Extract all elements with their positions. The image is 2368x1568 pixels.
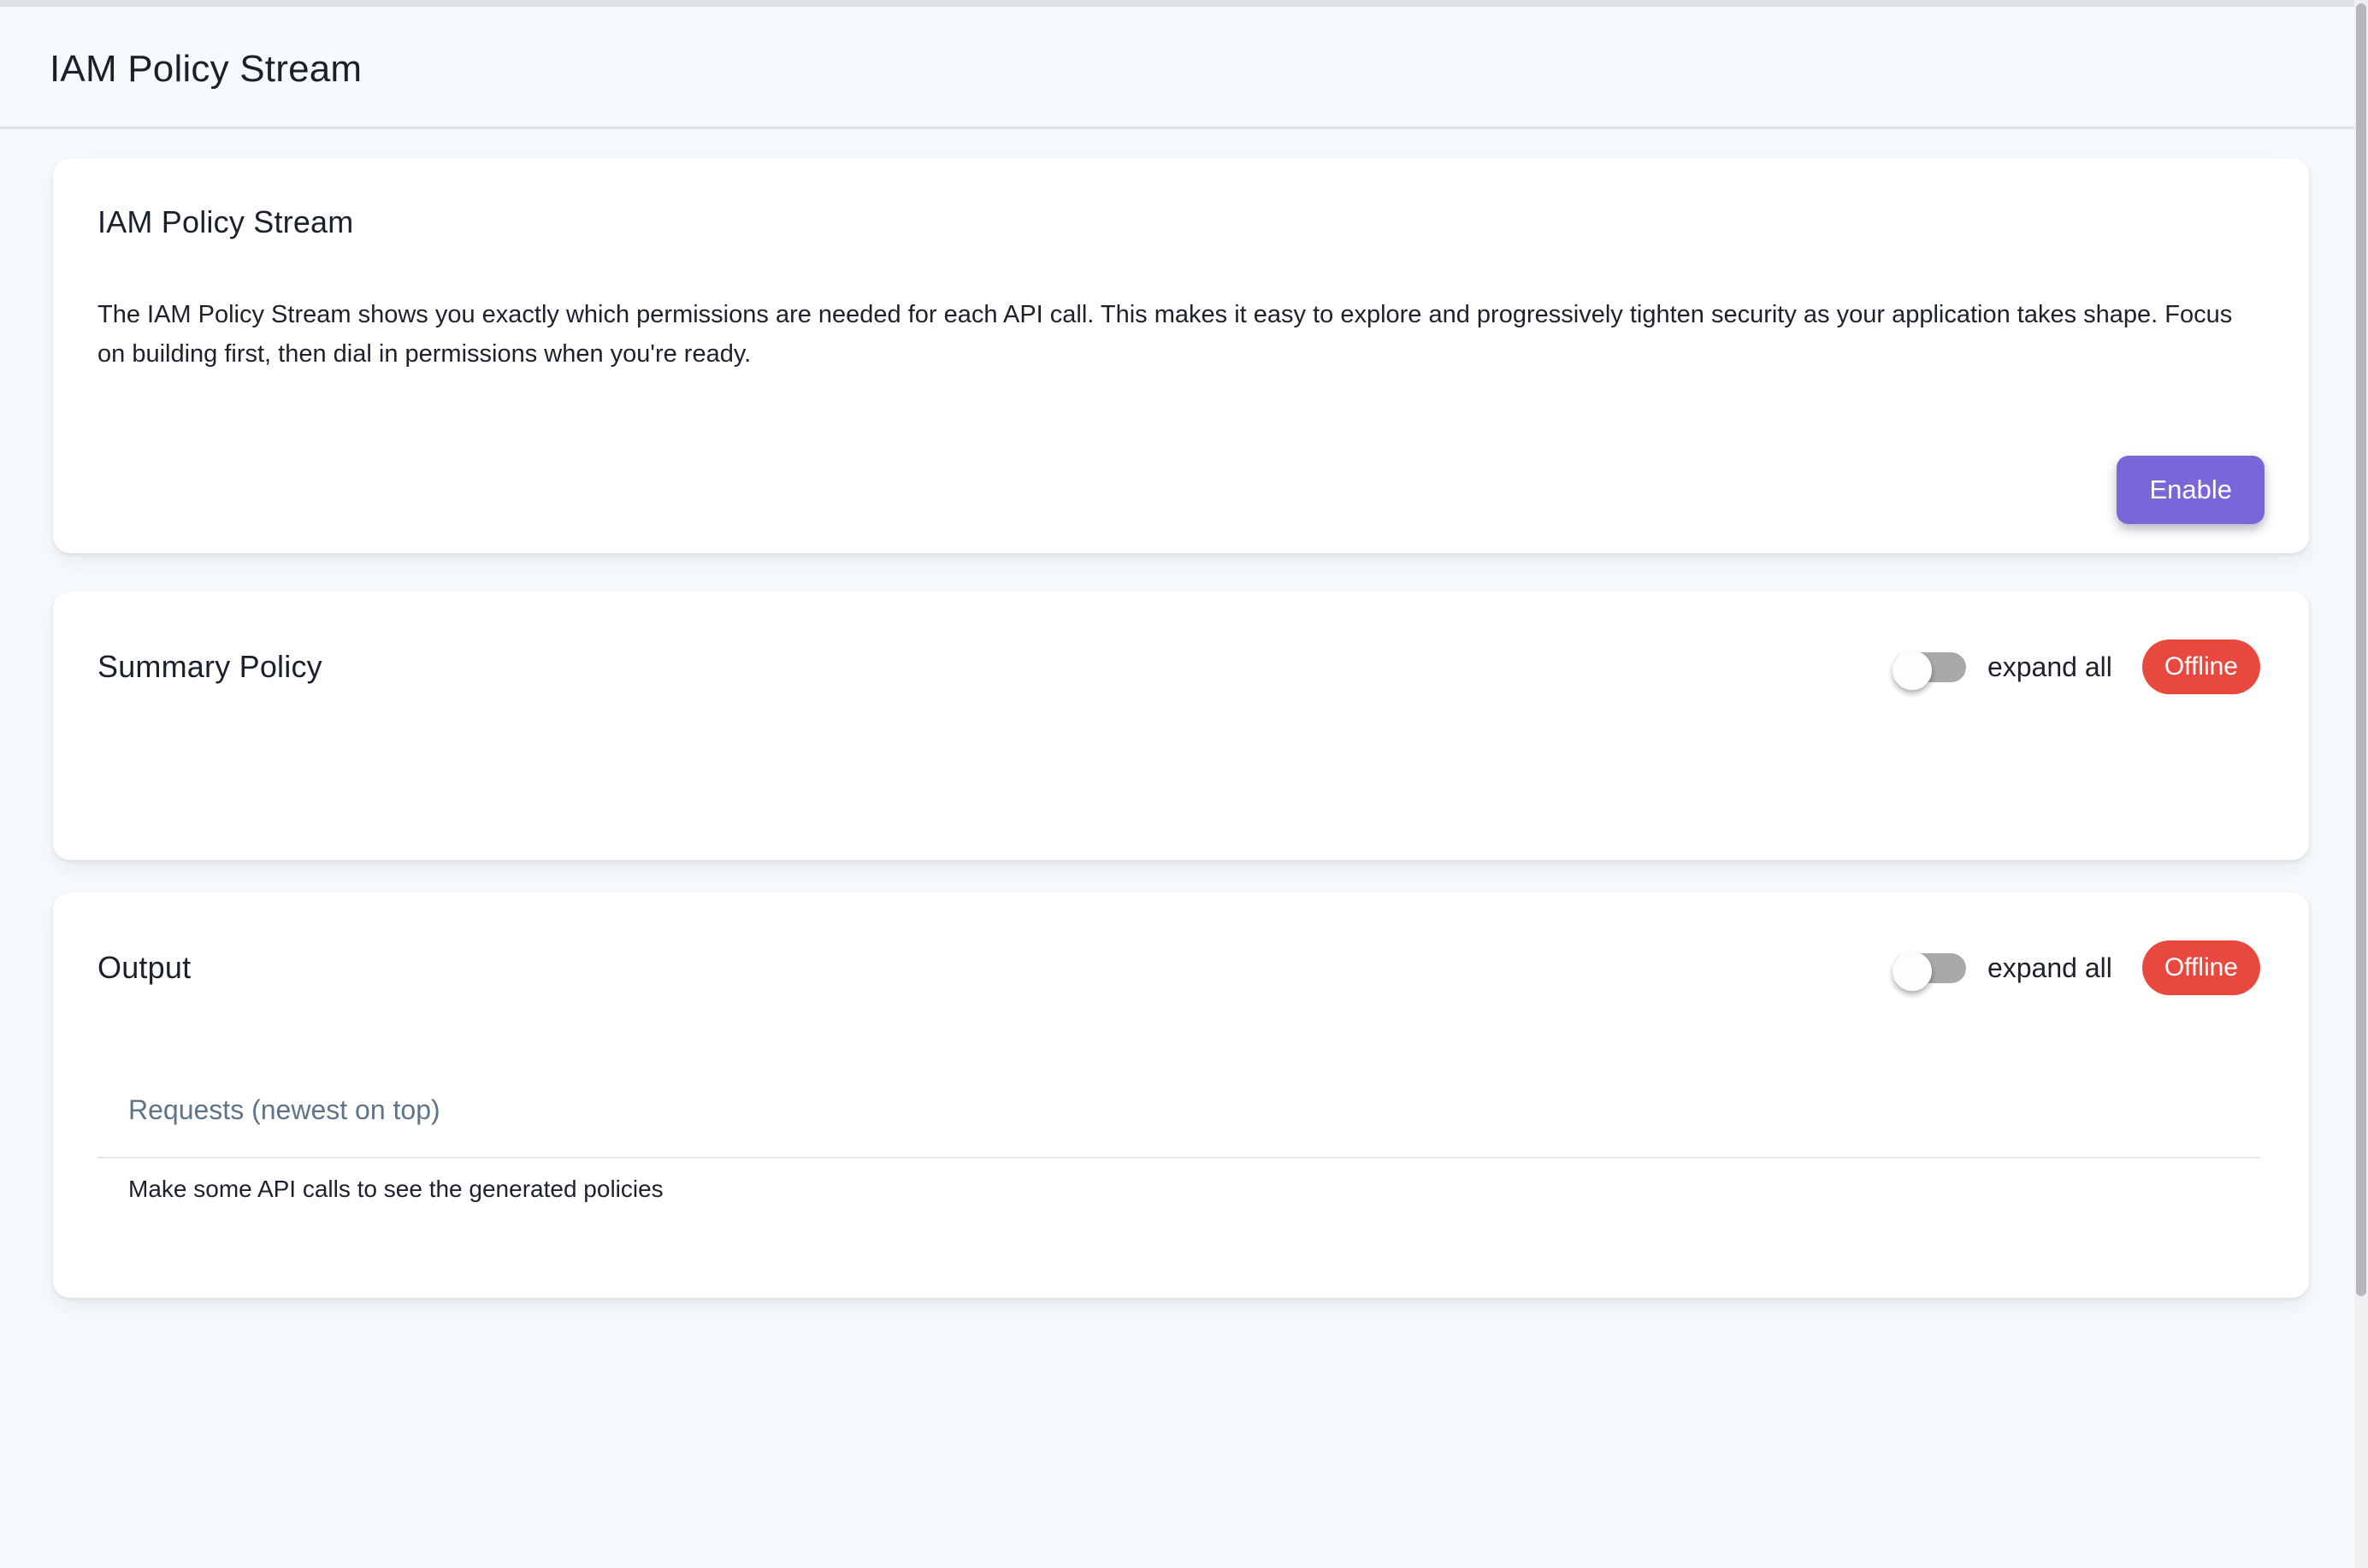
summary-expand-all-label: expand all [1987,651,2112,683]
summary-policy-controls: expand all Offline [1893,640,2260,694]
intro-card-description: The IAM Policy Stream shows you exactly … [97,295,2265,374]
vertical-scrollbar-track[interactable] [2354,0,2368,1568]
vertical-scrollbar-thumb[interactable] [2356,3,2366,1296]
intro-card-heading: IAM Policy Stream [97,201,2265,244]
output-controls: expand all Offline [1893,940,2260,995]
summary-expand-all-toggle[interactable] [1893,652,1966,682]
summary-status-badge: Offline [2142,640,2260,694]
intro-card-button-row: Enable [97,456,2265,524]
toggle-knob [1893,952,1932,991]
summary-policy-heading: Summary Policy [97,645,322,688]
output-expand-all-label: expand all [1987,952,2112,984]
requests-section: Requests (newest on top) Make some API c… [97,1091,2260,1206]
output-expand-all-toggle[interactable] [1893,953,1966,983]
output-heading: Output [97,946,191,989]
requests-divider [97,1157,2260,1158]
window-chrome-strip [0,0,2354,7]
requests-empty-message: Make some API calls to see the generated… [97,1172,2260,1206]
summary-policy-header-row: Summary Policy expand all Offline [97,640,2260,694]
summary-policy-card: Summary Policy expand all Offline [53,592,2309,860]
enable-button[interactable]: Enable [2117,456,2265,524]
intro-card: IAM Policy Stream The IAM Policy Stream … [53,158,2309,553]
app-header: IAM Policy Stream [0,7,2354,129]
output-card: Output expand all Offline Requests (newe… [53,893,2309,1298]
output-status-badge: Offline [2142,940,2260,995]
output-header-row: Output expand all Offline [97,940,2260,995]
toggle-knob [1893,651,1932,690]
requests-heading: Requests (newest on top) [97,1091,2260,1129]
page-title: IAM Policy Stream [50,48,362,91]
